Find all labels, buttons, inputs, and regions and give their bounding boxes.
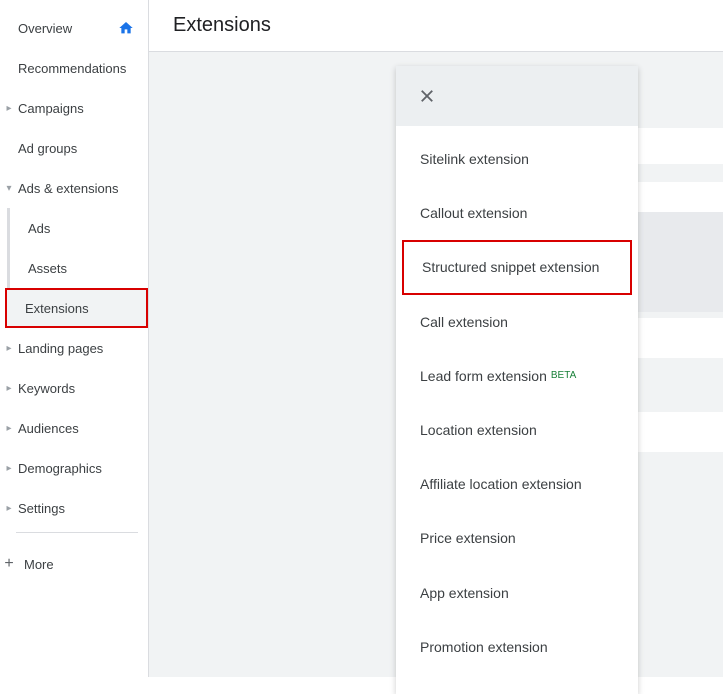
sidebar-item-label: Ads (28, 221, 50, 236)
caret-right-icon: ▸ (4, 423, 14, 434)
dropdown-item-affiliate-location[interactable]: Affiliate location extension (396, 457, 638, 511)
dropdown-item-label: Callout extension (420, 204, 527, 222)
dropdown-item-app[interactable]: App extension (396, 566, 638, 620)
sidebar-item-overview[interactable]: Overview (0, 8, 148, 48)
dropdown-item-label: App extension (420, 584, 509, 602)
sidebar-item-label: Demographics (14, 461, 140, 476)
sidebar-item-label: Ads & extensions (14, 181, 140, 196)
sidebar-item-label: Overview (14, 21, 118, 36)
sidebar-item-label: Keywords (14, 381, 140, 396)
sidebar-item-keywords[interactable]: ▸ Keywords (0, 368, 148, 408)
dropdown-list: Sitelink extension Callout extension Str… (396, 126, 638, 694)
divider (16, 532, 138, 533)
sidebar-item-recommendations[interactable]: Recommendations (0, 48, 148, 88)
sidebar-item-more[interactable]: + More (0, 543, 148, 585)
beta-badge: BETA (551, 369, 576, 382)
dropdown-header (396, 66, 638, 126)
dropdown-item-label: Lead form extension (420, 367, 547, 385)
dropdown-item-label: Sitelink extension (420, 150, 529, 168)
sidebar-subitem-ads[interactable]: Ads (7, 208, 148, 248)
sidebar-item-label: Assets (28, 261, 67, 276)
dropdown-item-label: Call extension (420, 313, 508, 331)
caret-right-icon: ▸ (4, 103, 14, 114)
sidebar-item-label: Landing pages (14, 341, 140, 356)
dropdown-item-label: Affiliate location extension (420, 475, 582, 493)
sidebar-item-label: Settings (14, 501, 140, 516)
sidebar-item-ad-groups[interactable]: Ad groups (0, 128, 148, 168)
sidebar-item-label: Recommendations (14, 61, 140, 76)
dropdown-item-price[interactable]: Price extension (396, 511, 638, 565)
dropdown-item-sitelink[interactable]: Sitelink extension (396, 132, 638, 186)
sidebar-item-label: Campaigns (14, 101, 140, 116)
sidebar-item-label: Ad groups (14, 141, 140, 156)
dropdown-item-structured-snippet[interactable]: Structured snippet extension (402, 240, 632, 294)
page-title: Extensions (173, 14, 271, 37)
sidebar-subitem-assets[interactable]: Assets (7, 248, 148, 288)
close-icon[interactable] (418, 87, 436, 105)
sidebar-item-landing-pages[interactable]: ▸ Landing pages (0, 328, 148, 368)
dropdown-item-call[interactable]: Call extension (396, 295, 638, 349)
dropdown-item-label: Price extension (420, 529, 516, 547)
dropdown-item-callout[interactable]: Callout extension (396, 186, 638, 240)
dropdown-item-label: Location extension (420, 421, 537, 439)
sidebar-item-demographics[interactable]: ▸ Demographics (0, 448, 148, 488)
plus-icon: + (2, 555, 16, 573)
caret-right-icon: ▸ (4, 383, 14, 394)
sidebar-item-ads-extensions[interactable]: ▾ Ads & extensions (0, 168, 148, 208)
sidebar: Overview Recommendations ▸ Campaigns Ad … (0, 0, 149, 677)
caret-right-icon: ▸ (4, 463, 14, 474)
sidebar-item-label: Audiences (14, 421, 140, 436)
caret-right-icon: ▸ (4, 343, 14, 354)
dropdown-item-lead-form[interactable]: Lead form extension BETA (396, 349, 638, 403)
dropdown-item-label: Structured snippet extension (422, 258, 599, 276)
caret-down-icon: ▾ (4, 183, 14, 194)
sidebar-item-label: More (16, 557, 54, 572)
page-header: Extensions (149, 0, 723, 52)
sidebar-item-audiences[interactable]: ▸ Audiences (0, 408, 148, 448)
sidebar-subitem-extensions[interactable]: Extensions (5, 288, 148, 328)
sidebar-item-campaigns[interactable]: ▸ Campaigns (0, 88, 148, 128)
sidebar-item-label: Extensions (25, 301, 89, 316)
extension-dropdown: Sitelink extension Callout extension Str… (396, 66, 638, 694)
dropdown-item-label: Promotion extension (420, 638, 548, 656)
dropdown-item-promotion[interactable]: Promotion extension (396, 620, 638, 674)
caret-right-icon: ▸ (4, 503, 14, 514)
dropdown-item-location[interactable]: Location extension (396, 403, 638, 457)
home-icon (118, 20, 134, 36)
sidebar-item-settings[interactable]: ▸ Settings (0, 488, 148, 528)
